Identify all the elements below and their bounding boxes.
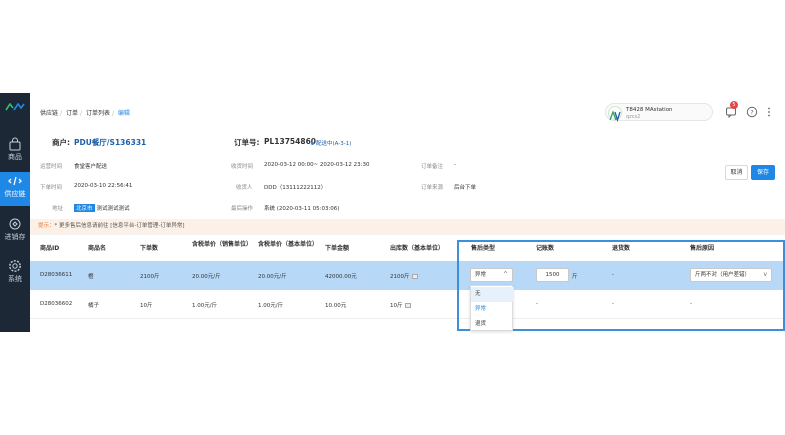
address-value: 北京市 测试测试测试 — [74, 204, 130, 212]
logo-icon — [5, 103, 25, 111]
tip-prefix: 提示： — [38, 223, 55, 229]
order-remark-label: 订单备注 — [421, 164, 444, 170]
sidebar-item-inventory[interactable]: 进销存 — [0, 215, 30, 249]
address-text: 测试测试测试 — [96, 206, 130, 212]
receive-time-value: 2020-03-12 00:00~ 2020-03-12 23:30 — [264, 162, 370, 168]
order-time-value: 2020-03-10 22:56:41 — [74, 183, 133, 189]
notification-badge: 5 — [730, 101, 738, 109]
address-tag: 北京市 — [74, 204, 95, 212]
dropdown-option-return[interactable]: 退货 — [471, 317, 514, 332]
cell-qty: 2100斤 — [140, 274, 160, 280]
tip-text: * 更多售后信息请前往 [信息平台-订单管理-订单异常] — [54, 223, 185, 229]
sidebar-item-products[interactable]: 商品 — [0, 135, 30, 169]
cell-price-sale: 1.00元/斤 — [192, 303, 218, 309]
sidebar-item-system[interactable]: 系统 — [0, 257, 30, 291]
column-header: 下单金额 — [325, 245, 350, 252]
after-sale-type-dropdown: 无 异常 退货 — [470, 285, 514, 332]
dropdown-option-none[interactable]: 无 — [471, 287, 514, 302]
order-status-text: 配送中(A-3-1) — [316, 141, 352, 147]
cell-amount: 42000.00元 — [325, 274, 357, 280]
svg-text:?: ? — [750, 108, 753, 116]
receive-time-label: 收货时间 — [231, 164, 254, 170]
user-menu[interactable]: T8428 MAstation qzcs2 — [605, 103, 713, 123]
edit-icon[interactable] — [411, 274, 418, 279]
cell-id: D28036611 — [40, 272, 73, 278]
bag-icon — [9, 137, 21, 151]
cell-name: 橘子 — [88, 303, 100, 309]
column-header: 下单数 — [140, 245, 159, 252]
breadcrumb-item[interactable]: 供应链 — [40, 110, 58, 117]
inventory-icon — [9, 218, 21, 230]
avatar — [608, 106, 622, 123]
receiver-value: DDD（13111222112） — [264, 185, 327, 191]
status-dot-icon — [311, 142, 314, 145]
order-time-label: 下单时间 — [40, 185, 63, 191]
order-source-value: 后台下单 — [454, 185, 477, 191]
help-icon[interactable]: ? — [746, 106, 758, 118]
avatar-logo-icon — [609, 110, 621, 123]
cell-out-qty: 10斤 — [390, 301, 411, 309]
sidebar-item-label: 进销存 — [4, 233, 26, 241]
cell-out-qty-text: 2100斤 — [390, 274, 410, 280]
operate-time-value: 食堂客户配送 — [74, 164, 108, 170]
breadcrumb-current: 编辑 — [117, 110, 130, 117]
order-no-label: 订单号: — [234, 138, 260, 147]
save-button[interactable]: 保存 — [751, 165, 775, 180]
supply-chain-icon — [8, 176, 22, 186]
cell-out-qty-text: 10斤 — [390, 303, 403, 309]
user-sub: qzcs2 — [626, 114, 641, 120]
cell-price-sale: 20.00元/斤 — [192, 274, 221, 280]
cell-qty: 10斤 — [140, 303, 153, 309]
cell-name: 橙 — [88, 274, 94, 280]
top-bar: 供应链 / 订单 / 订单列表 / 编辑 T8428 MAstation qzcs2 … — [30, 93, 785, 125]
sidebar-item-label: 供应链 — [4, 190, 26, 198]
edit-icon[interactable] — [404, 303, 411, 308]
column-header: 含税单价（销售单位） — [192, 241, 253, 248]
sidebar-item-supply-chain[interactable]: 供应链 — [0, 172, 30, 206]
order-status: 配送中(A-3-1) — [311, 139, 351, 147]
sidebar-item-label: 商品 — [8, 153, 22, 161]
cell-id: D28036602 — [40, 301, 73, 307]
order-source-label: 订单来源 — [421, 185, 444, 191]
order-no-value: PL13754860 — [264, 137, 317, 146]
address-label: 地址 — [52, 206, 64, 212]
sidebar-item-label: 系统 — [8, 275, 22, 283]
more-icon[interactable] — [763, 106, 775, 118]
column-header: 出库数（基本单位） — [390, 245, 445, 252]
column-header: 商品ID — [40, 245, 60, 252]
column-header: 商品名 — [88, 245, 107, 252]
breadcrumb: 供应链 / 订单 / 订单列表 / 编辑 — [40, 110, 130, 117]
cell-amount: 10.00元 — [325, 303, 347, 309]
tip-bar: 提示：* 更多售后信息请前往 [信息平台-订单管理-订单异常] — [30, 220, 785, 233]
order-remark-value: - — [454, 162, 456, 168]
cell-price-base: 1.00元/斤 — [258, 303, 284, 309]
breadcrumb-item[interactable]: 订单 — [66, 110, 78, 117]
last-op-value: 系统 (2020-03-11 05:03:06) — [264, 206, 340, 212]
column-header: 含税单价（基本单位） — [258, 241, 319, 248]
operate-time-label: 运营时间 — [40, 164, 63, 170]
gear-icon — [9, 260, 21, 272]
last-op-label: 最后操作 — [231, 206, 254, 212]
receiver-label: 收货人 — [236, 185, 253, 191]
user-name: T8428 MAstation — [626, 107, 673, 113]
dropdown-option-abnormal[interactable]: 异常 — [471, 302, 514, 317]
order-info-panel: 商户: PDU餐厅/S136331 订单号: PL13754860 配送中(A-… — [30, 125, 785, 219]
merchant-label: 商户: — [52, 138, 70, 147]
cell-price-base: 20.00元/斤 — [258, 274, 287, 280]
cell-out-qty: 2100斤 — [390, 272, 418, 280]
cancel-button[interactable]: 取消 — [725, 165, 748, 180]
breadcrumb-item[interactable]: 订单列表 — [86, 110, 110, 117]
sidebar: 商品 供应链 进销存 系统 — [0, 93, 30, 332]
merchant-value[interactable]: PDU餐厅/S136331 — [74, 137, 146, 148]
